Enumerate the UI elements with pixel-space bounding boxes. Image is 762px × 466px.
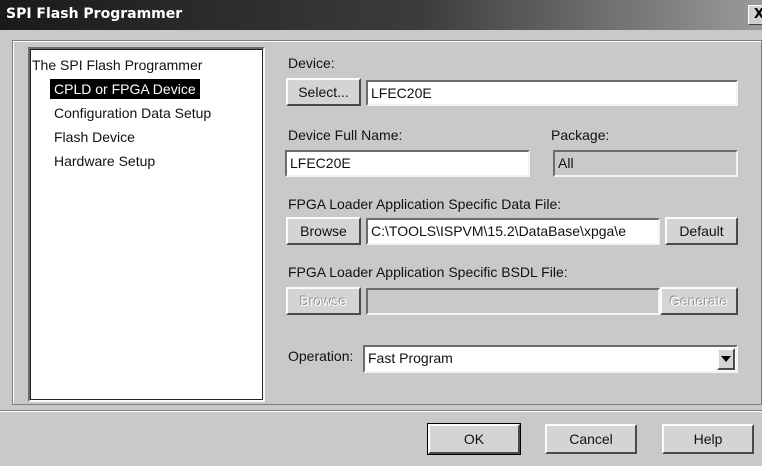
- chevron-down-icon: [721, 356, 731, 362]
- close-icon: X: [753, 7, 762, 22]
- close-button[interactable]: X: [748, 5, 762, 25]
- bsdl-browse-button: Browse: [286, 287, 361, 315]
- tree-item-hardware-setup[interactable]: Hardware Setup: [54, 151, 155, 171]
- data-file-path-field[interactable]: C:\TOOLS\ISPVM\15.2\DataBase\xpga\e: [366, 218, 660, 245]
- operation-value: Fast Program: [368, 350, 453, 366]
- package-label: Package:: [551, 127, 610, 143]
- select-device-button[interactable]: Select...: [286, 78, 361, 106]
- ok-button[interactable]: OK: [427, 423, 521, 455]
- cancel-button[interactable]: Cancel: [545, 424, 637, 454]
- tree-item-flash-device[interactable]: Flash Device: [54, 127, 135, 147]
- window-title: SPI Flash Programmer: [6, 6, 183, 22]
- default-button[interactable]: Default: [665, 217, 738, 245]
- bsdl-file-label: FPGA Loader Application Specific BSDL Fi…: [288, 264, 568, 280]
- device-full-name-label: Device Full Name:: [288, 127, 403, 143]
- help-button[interactable]: Help: [662, 424, 754, 454]
- generate-button: Generate: [660, 287, 738, 315]
- navigation-tree[interactable]: The SPI Flash Programmer CPLD or FPGA De…: [28, 47, 265, 402]
- tree-item-cpld-fpga-device[interactable]: CPLD or FPGA Device: [50, 79, 200, 99]
- operation-select[interactable]: Fast Program: [363, 345, 738, 373]
- tree-item-configuration-data-setup[interactable]: Configuration Data Setup: [54, 103, 211, 123]
- dropdown-arrow-button[interactable]: [717, 348, 735, 370]
- tree-root[interactable]: The SPI Flash Programmer: [32, 55, 202, 75]
- device-full-name-field[interactable]: LFEC20E: [285, 150, 530, 177]
- device-label: Device:: [288, 55, 335, 71]
- device-field[interactable]: LFEC20E: [366, 80, 738, 106]
- data-file-label: FPGA Loader Application Specific Data Fi…: [288, 196, 562, 212]
- title-bar: SPI Flash Programmer X: [0, 0, 762, 30]
- operation-label: Operation:: [288, 348, 354, 364]
- data-file-browse-button[interactable]: Browse: [286, 217, 361, 245]
- package-field: All: [553, 150, 738, 177]
- footer-separator: [0, 410, 762, 412]
- bsdl-file-path-field: [366, 288, 660, 315]
